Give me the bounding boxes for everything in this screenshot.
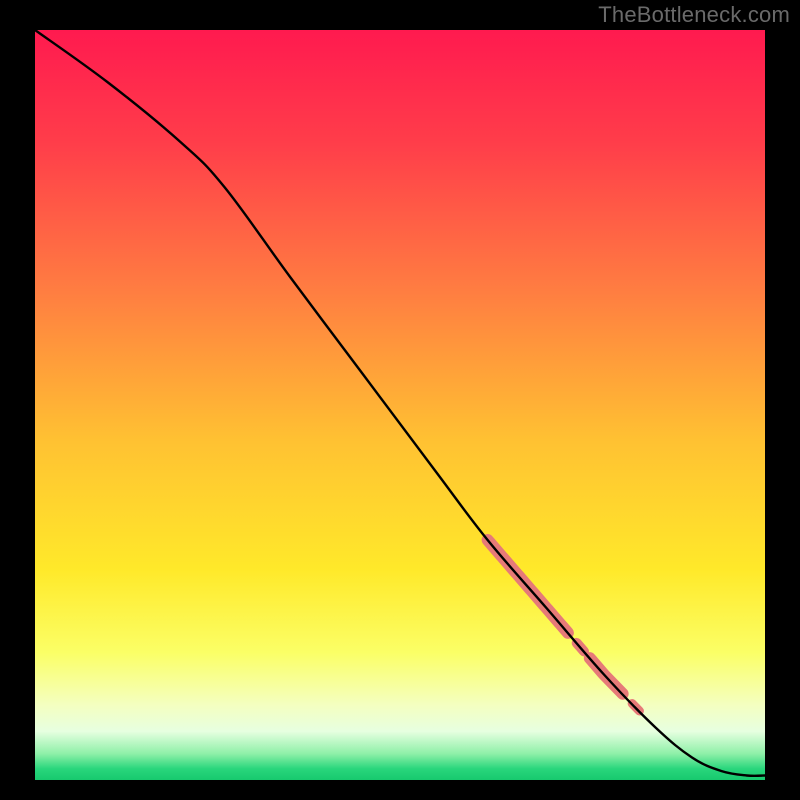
chart-canvas: [0, 0, 800, 800]
plot-background: [35, 30, 765, 780]
watermark-label: TheBottleneck.com: [598, 2, 790, 28]
chart-frame: TheBottleneck.com: [0, 0, 800, 800]
